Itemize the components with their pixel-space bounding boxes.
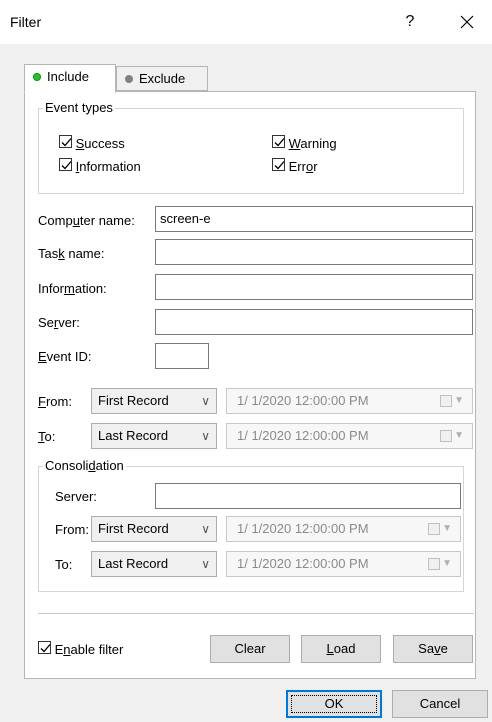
chevron-down-icon: ∨: [201, 429, 210, 443]
dropdown-arrow-icon: ▼: [442, 558, 452, 569]
enable-filter-label: Enable filter: [54, 642, 124, 657]
success-label: Success: [75, 136, 125, 151]
title-bar: Filter ?: [0, 0, 492, 44]
dropdown-arrow-icon: ▼: [454, 430, 464, 441]
warning-checkbox[interactable]: Warning: [272, 135, 337, 151]
success-checkbox[interactable]: Success: [59, 135, 125, 151]
server-label: Server:: [38, 315, 80, 330]
from-select[interactable]: First Record ∨: [91, 388, 217, 414]
ok-button[interactable]: OK: [286, 690, 382, 718]
computer-name-input[interactable]: screen-e: [155, 206, 473, 232]
from-select-value: First Record: [98, 393, 169, 408]
checkbox-checked-icon: [59, 135, 72, 148]
to-select-value: Last Record: [98, 428, 169, 443]
to-date-value: 1/ 1/2020 12:00:00 PM: [237, 428, 369, 443]
error-label: Error: [288, 159, 318, 174]
separator: [38, 613, 474, 614]
tab-exclude[interactable]: Exclude: [116, 66, 208, 91]
information-label: Information: [75, 159, 141, 174]
from-date-picker[interactable]: 1/ 1/2020 12:00:00 PM ▼: [226, 388, 473, 414]
information-field-label: Information:: [38, 281, 107, 296]
chevron-down-icon: ∨: [201, 557, 210, 571]
chevron-down-icon: ∨: [201, 394, 210, 408]
dropdown-arrow-icon: ▼: [454, 395, 464, 406]
to-label: To:: [38, 429, 56, 444]
chevron-down-icon: ∨: [201, 522, 210, 536]
calendar-icon: [428, 523, 440, 535]
enable-filter-checkbox[interactable]: Enable filter: [38, 641, 123, 657]
server-input[interactable]: [155, 309, 473, 335]
consolidation-from-select-value: First Record: [98, 521, 169, 536]
checkbox-checked-icon: [59, 158, 72, 171]
checkbox-checked-icon: [272, 158, 285, 171]
calendar-icon: [428, 558, 440, 570]
consolidation-legend: Consolidation: [43, 458, 126, 473]
consolidation-from-date-picker[interactable]: 1/ 1/2020 12:00:00 PM ▼: [226, 516, 461, 542]
consolidation-to-select-value: Last Record: [98, 556, 169, 571]
help-button[interactable]: ?: [395, 10, 425, 34]
gray-dot-icon: [125, 74, 133, 83]
consolidation-from-label: From:: [55, 522, 89, 537]
consolidation-from-select[interactable]: First Record ∨: [91, 516, 217, 542]
tab-exclude-label: Exclude: [139, 71, 186, 86]
consolidation-from-date-value: 1/ 1/2020 12:00:00 PM: [237, 521, 369, 536]
tab-include-label: Include: [47, 69, 89, 84]
checkbox-checked-icon: [38, 641, 51, 654]
event-id-input[interactable]: [155, 343, 209, 369]
tab-panel-include: Event types Success Warning Information …: [24, 91, 476, 679]
clear-button[interactable]: Clear: [210, 635, 290, 663]
from-label: From:: [38, 394, 72, 409]
event-types-group: [38, 108, 464, 194]
calendar-icon: [440, 430, 452, 442]
consolidation-to-label: To:: [55, 557, 73, 572]
computer-name-label: Computer name:: [38, 213, 135, 228]
consolidation-to-date-picker[interactable]: 1/ 1/2020 12:00:00 PM ▼: [226, 551, 461, 577]
to-select[interactable]: Last Record ∨: [91, 423, 217, 449]
warning-label: Warning: [288, 136, 337, 151]
task-name-input[interactable]: [155, 239, 473, 265]
from-date-value: 1/ 1/2020 12:00:00 PM: [237, 393, 369, 408]
green-dot-icon: [33, 72, 41, 81]
consolidation-server-label: Server:: [55, 489, 97, 504]
save-button[interactable]: Save: [393, 635, 473, 663]
dropdown-arrow-icon: ▼: [442, 523, 452, 534]
task-name-label: Task name:: [38, 246, 105, 261]
consolidation-to-select[interactable]: Last Record ∨: [91, 551, 217, 577]
tab-include[interactable]: Include: [24, 64, 116, 93]
cancel-button[interactable]: Cancel: [392, 690, 488, 718]
window-title: Filter: [10, 14, 42, 30]
to-date-picker[interactable]: 1/ 1/2020 12:00:00 PM ▼: [226, 423, 473, 449]
checkbox-checked-icon: [272, 135, 285, 148]
focus-rect: [291, 695, 377, 713]
information-checkbox[interactable]: Information: [59, 158, 141, 174]
consolidation-to-date-value: 1/ 1/2020 12:00:00 PM: [237, 556, 369, 571]
event-id-label: Event ID:: [38, 349, 92, 364]
information-input[interactable]: [155, 274, 473, 300]
consolidation-server-input[interactable]: [155, 483, 461, 509]
event-types-legend: Event types: [43, 100, 115, 115]
close-icon: [460, 15, 474, 29]
close-button[interactable]: [452, 10, 482, 34]
error-checkbox[interactable]: Error: [272, 158, 318, 174]
load-button[interactable]: Load: [301, 635, 381, 663]
calendar-icon: [440, 395, 452, 407]
